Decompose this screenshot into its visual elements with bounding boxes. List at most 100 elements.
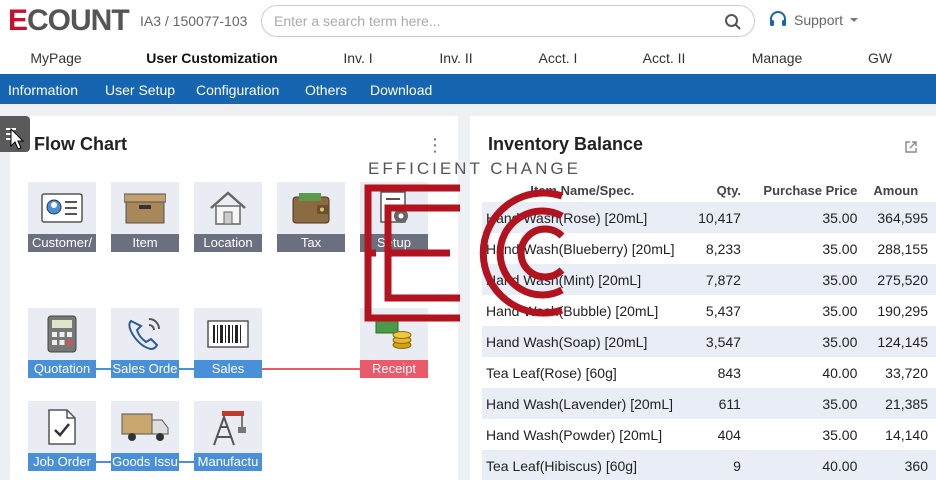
subnav-user-setup[interactable]: User Setup (105, 82, 175, 98)
cell-item: Tea Leaf(Hibiscus) [60g] (482, 450, 683, 480)
nav-inv-i[interactable]: Inv. I (343, 50, 372, 66)
nav-manage[interactable]: Manage (752, 50, 803, 66)
subnav-others[interactable]: Others (305, 82, 347, 98)
cell-item: Hand Wash(Powder) [20mL] (486, 426, 663, 443)
cell-qty: 10,417 (682, 202, 749, 233)
cell-amount: 275,520 (865, 264, 936, 295)
flow-label: Sales Orde (111, 360, 179, 378)
cell-item: Tea Leaf(Rose) [60g] (486, 364, 617, 381)
search-box[interactable] (261, 5, 755, 37)
sub-nav: Information User Setup Configuration Oth… (0, 74, 936, 104)
flow-connector (179, 368, 195, 370)
cell-price: 35.00 (748, 388, 866, 419)
table-row[interactable]: Hand Wash(Soap) [20mL] 3,547 35.00 124,1… (482, 326, 936, 357)
nav-acct-i[interactable]: Acct. I (539, 50, 578, 66)
cell-item: Hand Wash(Lavender) [20mL] (482, 388, 683, 419)
external-link-icon[interactable] (904, 140, 918, 154)
house-icon (194, 182, 262, 234)
cell-price: 40.00 (748, 450, 866, 480)
ecount-logo[interactable]: ECOUNT (8, 6, 130, 36)
inventory-balance-title: Inventory Balance (488, 134, 644, 154)
cell-price: 35.00 (822, 426, 858, 443)
column-header-qty[interactable]: Qty. (683, 178, 749, 202)
search-icon[interactable] (724, 13, 742, 31)
table-row[interactable]: Tea Leaf(Rose) [60g] 843 40.00 33,720 (482, 357, 936, 388)
flow-connector (96, 461, 112, 463)
flow-label: Item (111, 234, 179, 252)
flow-label: Receipt (360, 360, 428, 378)
flow-label: Manufactu (194, 453, 262, 471)
cell-price: 35.00 (748, 326, 866, 357)
cell-amount: 14,140 (885, 426, 928, 443)
nav-mypage[interactable]: MyPage (30, 50, 81, 66)
cell-qty: 9 (682, 450, 749, 480)
table-row[interactable]: Hand Wash(Lavender) [20mL] 611 35.00 21,… (482, 388, 936, 419)
flow-item-customer[interactable]: Customer/ (28, 182, 96, 252)
flow-connector (262, 368, 361, 370)
subnav-configuration[interactable]: Configuration (196, 82, 279, 98)
subnav-download[interactable]: Download (370, 82, 432, 98)
flow-label: Tax (277, 234, 345, 252)
checklist-icon (28, 401, 96, 453)
cell-price: 35.00 (748, 202, 866, 233)
flow-chart-title: Flow Chart (34, 134, 127, 154)
flow-label: Quotation (28, 360, 96, 378)
top-bar: ECOUNT IA3 / 150077-103 Support (0, 0, 936, 44)
flow-label: Goods Issu (111, 453, 179, 471)
flow-item-manufacture[interactable]: Manufactu (194, 401, 262, 471)
cell-amount: 33,720 (885, 364, 928, 381)
menu-icon (6, 127, 25, 150)
flow-item-job-order[interactable]: Job Order (28, 401, 96, 471)
nav-user-customization[interactable]: User Customization (146, 50, 277, 66)
flow-label: Sales (194, 360, 262, 378)
phone-icon (111, 308, 179, 360)
contact-card-icon (28, 182, 96, 234)
cell-amount: 360 (865, 450, 936, 480)
flow-item-location[interactable]: Location (194, 182, 262, 252)
flow-connector (179, 461, 195, 463)
support-menu[interactable]: Support (768, 10, 859, 30)
crane-icon (194, 401, 262, 453)
barcode-icon (194, 308, 262, 360)
cell-qty: 843 (717, 364, 741, 381)
truck-icon (111, 401, 179, 453)
flow-label: Job Order (28, 453, 96, 471)
cell-qty: 7,872 (682, 264, 749, 295)
company-code: IA3 / 150077-103 (140, 13, 248, 29)
column-header-amount[interactable]: Amoun (865, 178, 936, 202)
flow-item-tax[interactable]: Tax (277, 182, 345, 252)
cell-item: Hand Wash(Soap) [20mL] (482, 326, 683, 357)
flow-item-quotation[interactable]: Quotation (28, 308, 96, 378)
nav-acct-ii[interactable]: Acct. II (643, 50, 686, 66)
subnav-information[interactable]: Information (8, 82, 78, 98)
flow-item-sales[interactable]: Sales (194, 308, 262, 378)
watermark-tagline: EFFICIENT CHANGE (368, 159, 581, 178)
cell-amount: 21,385 (865, 388, 936, 419)
table-row[interactable]: Tea Leaf(Hibiscus) [60g] 9 40.00 360 (482, 450, 936, 480)
cell-qty: 8,233 (705, 240, 741, 257)
cell-price: 40.00 (822, 364, 858, 381)
flow-item-goods-issue[interactable]: Goods Issu (111, 401, 179, 471)
nav-gw[interactable]: GW (868, 50, 892, 66)
flow-item-item[interactable]: Item (111, 182, 179, 252)
side-panel-toggle[interactable] (0, 116, 30, 152)
flow-item-sales-order[interactable]: Sales Orde (111, 308, 179, 378)
cell-qty: 404 (717, 426, 741, 443)
flow-label: Location (194, 234, 262, 252)
cell-price: 35.00 (822, 302, 858, 319)
flow-label: Customer/ (28, 234, 96, 252)
cell-qty: 3,547 (682, 326, 749, 357)
search-input[interactable] (274, 13, 714, 29)
cell-amount: 190,295 (877, 302, 928, 319)
caret-down-icon (850, 18, 859, 22)
cell-price: 35.00 (822, 240, 858, 257)
main-nav: MyPage User Customization Inv. I Inv. II… (0, 44, 936, 74)
more-options-icon[interactable]: ⋮ (426, 136, 444, 154)
cell-amount: 124,145 (865, 326, 936, 357)
ec-watermark-logo (364, 184, 565, 322)
flow-connector (96, 368, 112, 370)
table-row[interactable]: Hand Wash(Powder) [20mL] 404 35.00 14,14… (482, 419, 936, 450)
column-header-purchase-price[interactable]: Purchase Price (749, 178, 865, 202)
nav-inv-ii[interactable]: Inv. II (439, 50, 472, 66)
box-icon (111, 182, 179, 234)
